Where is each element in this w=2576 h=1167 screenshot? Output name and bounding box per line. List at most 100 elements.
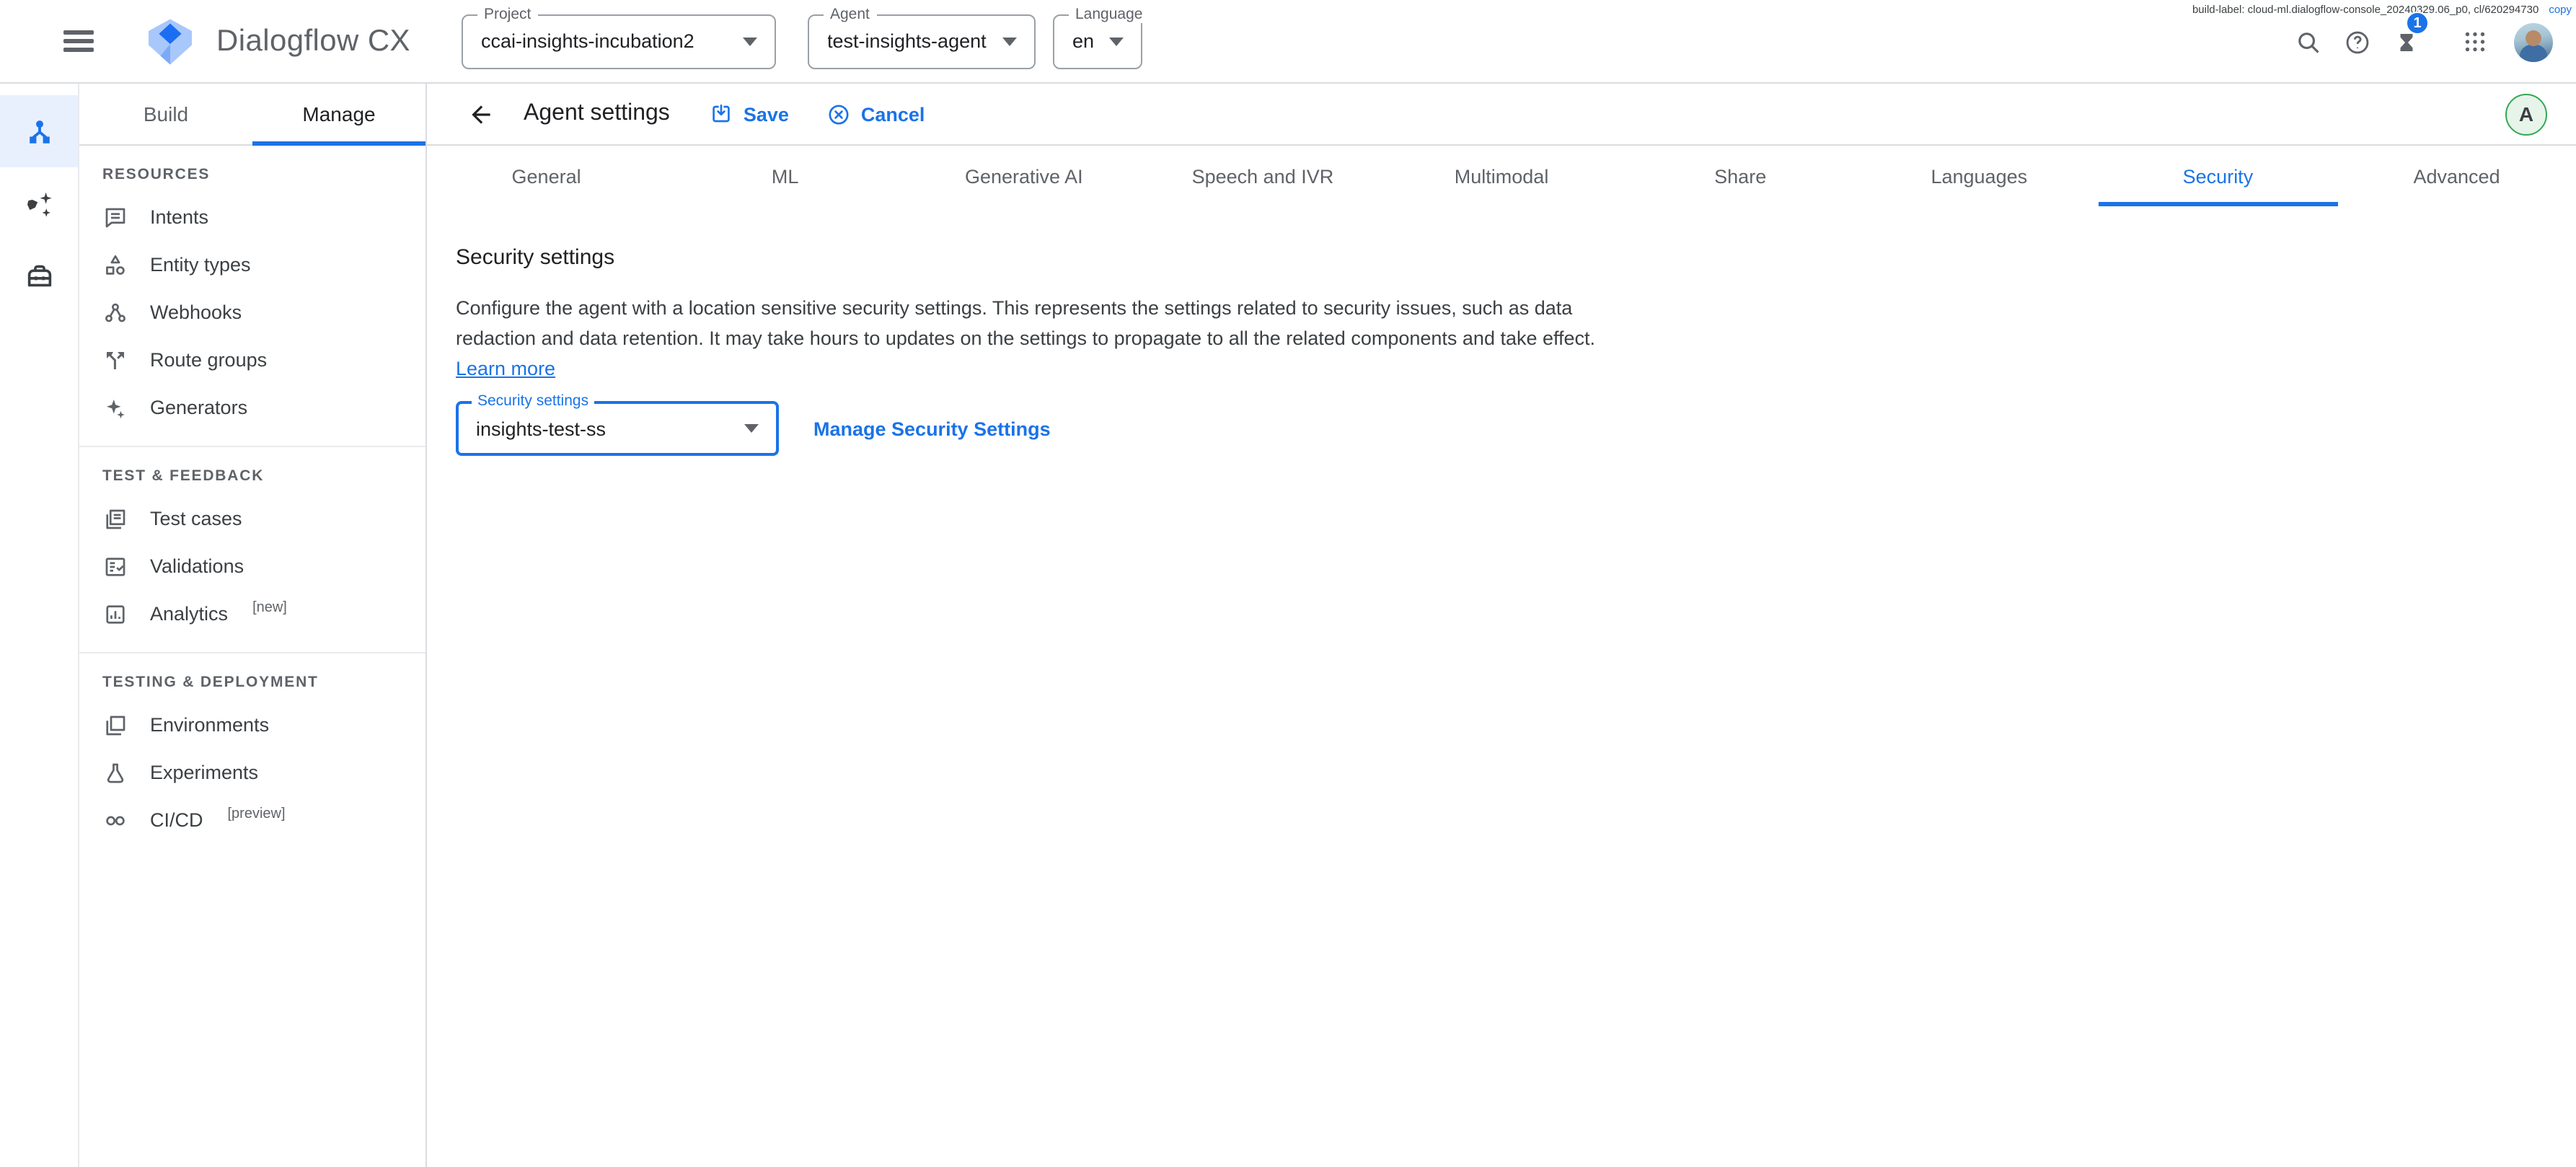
security-settings-content: Security settings Configure the agent wi… (427, 206, 2576, 456)
tab-general[interactable]: General (427, 146, 666, 206)
sidebar-item-label: CI/CD (150, 809, 203, 831)
tab-security[interactable]: Security (2099, 146, 2337, 206)
tab-build[interactable]: Build (79, 84, 252, 144)
preview-badge: [preview] (228, 806, 286, 822)
project-selector-value: ccai-insights-incubation2 (481, 30, 694, 52)
sidebar-item-experiments[interactable]: Experiments (79, 749, 425, 796)
build-label: build-label: cloud-ml.dialogflow-console… (2192, 3, 2572, 16)
rail-item-toolbox[interactable] (0, 239, 78, 312)
sidebar-item-label: Validations (150, 555, 244, 577)
tab-languages[interactable]: Languages (1860, 146, 2099, 206)
help-icon (2343, 28, 2370, 56)
rail-item-generative[interactable] (0, 167, 78, 239)
agent-selector[interactable]: Agent test-insights-agent (807, 14, 1035, 69)
sidebar-item-cicd[interactable]: CI/CD [preview] (79, 796, 425, 844)
back-arrow-icon (467, 100, 494, 128)
security-settings-select[interactable]: Security settings insights-test-ss (456, 401, 779, 456)
toolbox-icon (22, 259, 56, 292)
sidebar-item-intents[interactable]: Intents (79, 193, 425, 241)
sidebar-item-validations[interactable]: Validations (79, 542, 425, 590)
security-settings-field-row: Security settings insights-test-ss Manag… (456, 401, 2547, 456)
tab-advanced[interactable]: Advanced (2337, 146, 2576, 206)
project-selector-label: Project (477, 5, 538, 22)
search-button[interactable] (2283, 17, 2332, 66)
new-badge: [new] (252, 600, 287, 616)
cancel-icon (826, 102, 851, 126)
cancel-button[interactable]: Cancel (826, 102, 925, 126)
tab-share[interactable]: Share (1621, 146, 1860, 206)
webhooks-icon (102, 299, 128, 325)
security-settings-select-label: Security settings (472, 392, 594, 410)
sidebar-item-label: Entity types (150, 254, 251, 276)
description-text: Configure the agent with a location sens… (456, 297, 1595, 349)
sidebar-item-label: Intents (150, 206, 208, 228)
sidebar-item-test-cases[interactable]: Test cases (79, 495, 425, 542)
tab-multimodal[interactable]: Multimodal (1382, 146, 1621, 206)
sidebar-item-analytics[interactable]: Analytics [new] (79, 590, 425, 638)
app-title: Dialogflow CX (216, 24, 410, 58)
settings-tabs: General ML Generative AI Speech and IVR … (427, 146, 2576, 206)
sidebar-section-testing-deployment: TESTING & DEPLOYMENT Environments Experi… (79, 652, 425, 858)
sidebar-item-webhooks[interactable]: Webhooks (79, 289, 425, 336)
account-avatar[interactable] (2514, 22, 2553, 61)
sidebar-tabs: Build Manage (79, 84, 425, 146)
sidebar-item-environments[interactable]: Environments (79, 701, 425, 749)
app-logo: Dialogflow CX (144, 15, 410, 67)
route-groups-icon (102, 347, 128, 373)
page-title: Agent settings (524, 101, 670, 127)
sidebar-item-label: Experiments (150, 762, 258, 783)
sidebar-item-entity-types[interactable]: Entity types (79, 241, 425, 289)
pending-tasks-button[interactable]: 1 (2381, 17, 2430, 66)
cicd-infinity-icon (102, 807, 128, 833)
section-title: TEST & FEEDBACK (79, 467, 425, 485)
copy-build-label-link[interactable]: copy (2549, 3, 2572, 16)
tab-ml[interactable]: ML (666, 146, 904, 206)
dialogflow-cx-app: Dialogflow CX Project ccai-insights-incu… (0, 0, 2576, 1167)
left-icon-rail (0, 84, 79, 1167)
sparkles-icon (22, 187, 56, 220)
sidebar-item-label: Test cases (150, 508, 242, 529)
menu-icon[interactable] (49, 12, 107, 70)
agent-avatar[interactable]: A (2505, 93, 2547, 135)
rail-item-flows[interactable] (0, 95, 78, 167)
intents-icon (102, 204, 128, 230)
apps-grid-button[interactable] (2451, 17, 2500, 66)
back-button[interactable] (462, 95, 499, 133)
sidebar-item-generators[interactable]: Generators (79, 384, 425, 431)
sidebar-item-label: Route groups (150, 349, 267, 371)
chevron-down-icon (1002, 37, 1016, 45)
top-actions: 1 (2283, 17, 2576, 66)
project-selector[interactable]: Project ccai-insights-incubation2 (461, 14, 775, 69)
search-icon (2294, 28, 2321, 56)
sidebar: Build Manage RESOURCES Intents (79, 84, 427, 1167)
top-bar: Dialogflow CX Project ccai-insights-incu… (0, 0, 2576, 84)
notification-count-badge: 1 (2406, 12, 2429, 35)
manage-security-settings-link[interactable]: Manage Security Settings (813, 418, 1051, 439)
analytics-icon (102, 601, 128, 627)
agent-selector-label: Agent (823, 5, 877, 22)
tab-generative-ai[interactable]: Generative AI (904, 146, 1143, 206)
help-button[interactable] (2332, 17, 2381, 66)
experiments-icon (102, 759, 128, 785)
sidebar-item-label: Analytics (150, 603, 228, 625)
save-icon (710, 102, 733, 125)
test-cases-icon (102, 506, 128, 532)
language-selector[interactable]: Language en (1052, 14, 1142, 69)
language-selector-label: Language (1068, 5, 1150, 22)
agent-settings-header: Agent settings Save Cancel A (427, 84, 2576, 146)
agent-selector-value: test-insights-agent (827, 30, 987, 52)
section-title: TESTING & DEPLOYMENT (79, 674, 425, 691)
tab-manage[interactable]: Manage (252, 84, 425, 144)
sidebar-section-test-feedback: TEST & FEEDBACK Test cases Vali (79, 446, 425, 652)
build-label-text: build-label: cloud-ml.dialogflow-console… (2192, 3, 2538, 16)
tab-speech-and-ivr[interactable]: Speech and IVR (1143, 146, 1382, 206)
learn-more-link[interactable]: Learn more (456, 358, 555, 379)
save-button[interactable]: Save (710, 102, 789, 125)
entity-types-icon (102, 252, 128, 278)
environments-icon (102, 712, 128, 738)
dialogflow-logo-icon (144, 15, 196, 67)
sidebar-item-label: Environments (150, 714, 269, 736)
chevron-down-icon (744, 424, 759, 433)
sidebar-item-route-groups[interactable]: Route groups (79, 336, 425, 384)
sidebar-item-label: Webhooks (150, 301, 242, 323)
